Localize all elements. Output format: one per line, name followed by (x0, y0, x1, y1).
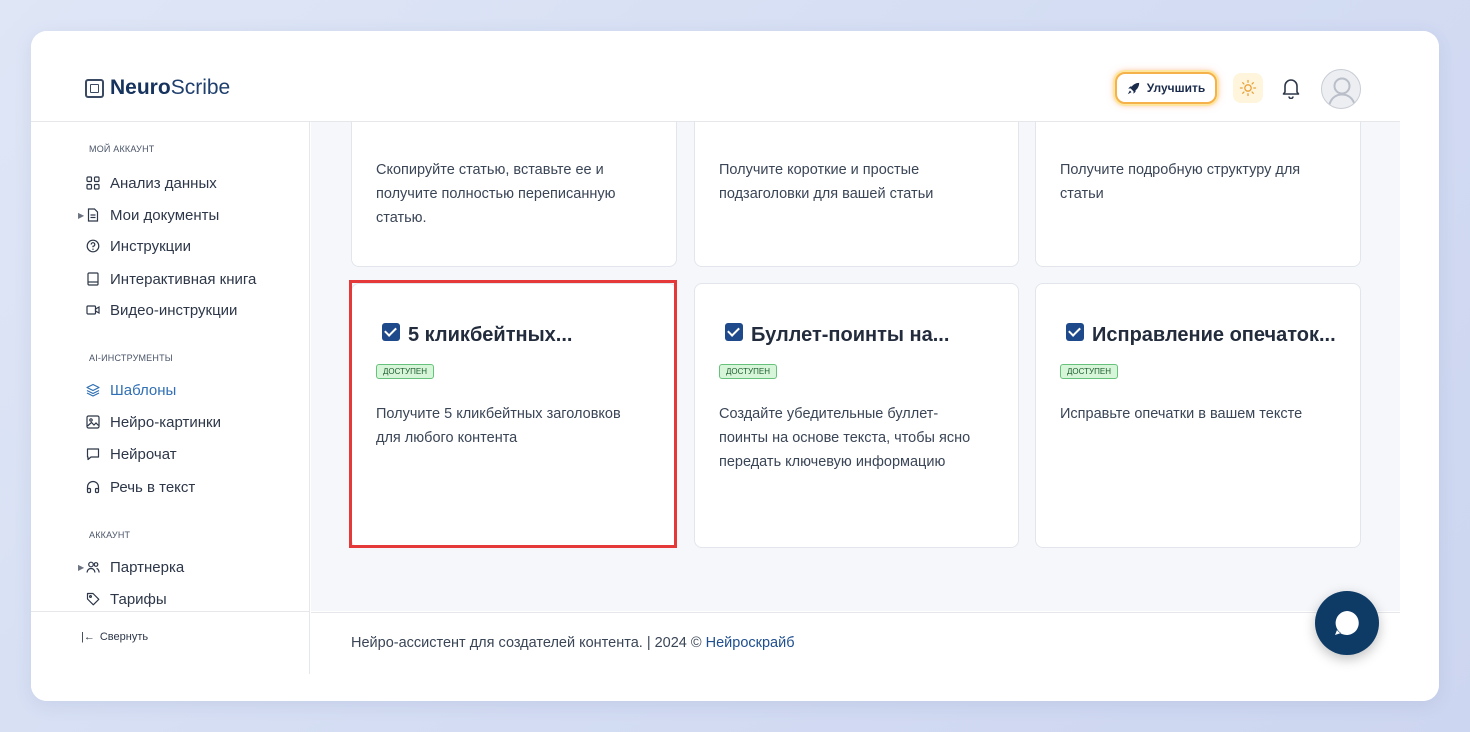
chat-icon (86, 448, 100, 461)
sidebar-item-label: Партнерка (110, 558, 185, 576)
logo-text-light: Scribe (170, 76, 231, 99)
user-avatar-icon (1328, 77, 1356, 107)
collapse-label: Свернуть (99, 631, 149, 643)
template-card[interactable]: Скопируйте статью, вставьте ее и получит… (351, 112, 677, 267)
sidebar-item-label: Речь в текст (110, 478, 196, 496)
caret-right-icon[interactable]: ▶ (78, 211, 84, 220)
sidebar-item-templates[interactable]: Шаблоны (86, 378, 176, 402)
template-card-bullet-points[interactable]: Буллет-поинты на... доступен Создайте уб… (694, 283, 1019, 548)
template-card-typo-fix[interactable]: Исправление опечаток... доступен Исправь… (1035, 283, 1361, 548)
grid-icon (86, 176, 100, 190)
template-card-clickbait-titles[interactable]: 5 кликбейтных... доступен Получите 5 кли… (351, 283, 677, 548)
sidebar-item-tariffs[interactable]: Тарифы (86, 587, 167, 611)
sidebar-item-instructions[interactable]: Инструкции (86, 234, 191, 258)
sidebar-item-label: Нейрочат (110, 445, 177, 463)
collapse-arrow-icon: |← (81, 631, 95, 643)
logo[interactable]: NeuroScribe (85, 76, 230, 100)
sidebar-item-neuro-images[interactable]: Нейро-картинки (86, 410, 221, 434)
templates-grid: Скопируйте статью, вставьте ее и получит… (311, 112, 1400, 611)
card-description: Исправьте опечатки в вашем тексте (1060, 406, 1303, 422)
sidebar-item-label: Инструкции (110, 237, 192, 255)
card-description: Получите подробную структуру для статьи (1060, 162, 1301, 202)
sidebar: МОЙ АККАУНТ Анализ данных ▶ Мои документ… (31, 122, 310, 701)
notifications-button[interactable] (1279, 76, 1303, 100)
theme-toggle-button[interactable] (1233, 73, 1263, 103)
document-icon (87, 208, 99, 222)
sidebar-item-data-analysis[interactable]: Анализ данных (86, 171, 217, 195)
card-description: Скопируйте статью, вставьте ее и получит… (376, 162, 616, 226)
template-card[interactable]: Получите подробную структуру для статьи (1035, 112, 1361, 267)
video-icon (86, 305, 100, 315)
sidebar-item-label: Нейро-картинки (110, 413, 221, 431)
collapse-sidebar-button[interactable]: |← Свернуть (81, 631, 148, 643)
sidebar-item-neurochat[interactable]: Нейрочат (86, 442, 177, 466)
status-badge: доступен (376, 364, 434, 379)
bottom-band (31, 674, 1400, 701)
sidebar-item-label: Тарифы (110, 590, 167, 608)
checkbox-icon (382, 322, 400, 341)
sidebar-item-label: Мои документы (110, 206, 220, 224)
image-icon (86, 415, 100, 429)
chat-bubble-icon (1335, 611, 1359, 635)
top-header: NeuroScribe Улучшить (31, 31, 1400, 122)
upgrade-label: Улучшить (1146, 81, 1206, 95)
sidebar-item-speech-to-text[interactable]: Речь в текст (86, 475, 195, 499)
sidebar-item-my-documents[interactable]: ▶ Мои документы (78, 203, 220, 227)
logo-icon (85, 78, 104, 98)
logo-text-bold: Neuro (110, 76, 171, 99)
checkbox-icon (725, 322, 743, 341)
sidebar-section-my-account: МОЙ АККАУНТ (89, 144, 155, 154)
tag-icon (86, 592, 100, 606)
caret-right-icon[interactable]: ▶ (78, 563, 84, 572)
card-title: Буллет-поинты на... (725, 322, 950, 347)
checkbox-icon (1066, 322, 1084, 341)
sidebar-item-partners[interactable]: ▶ Партнерка (78, 555, 185, 579)
scrollbar[interactable] (1400, 31, 1439, 701)
sidebar-section-account: АККАУНТ (89, 530, 131, 540)
avatar[interactable] (1321, 69, 1361, 109)
sidebar-section-ai-tools: AI-ИНСТРУМЕНТЫ (89, 353, 173, 363)
card-description: Создайте убедительные буллет-поинты на о… (719, 406, 971, 470)
footer-copyright: Нейро-ассистент для создателей контента.… (351, 635, 706, 651)
footer-text: Нейро-ассистент для создателей контента.… (351, 635, 795, 651)
status-badge: доступен (719, 364, 777, 379)
sidebar-item-label: Анализ данных (110, 174, 217, 192)
card-description: Получите 5 кликбейтных заголовков для лю… (376, 406, 621, 446)
status-badge: доступен (1060, 364, 1118, 379)
help-circle-icon (86, 239, 100, 253)
template-card[interactable]: Получите короткие и простые подзаголовки… (694, 112, 1019, 267)
sidebar-item-video-instructions[interactable]: Видео-инструкции (86, 298, 237, 322)
footer-link[interactable]: Нейроскрайб (706, 635, 795, 651)
headphones-icon (86, 480, 100, 494)
page-footer: Нейро-ассистент для создателей контента.… (311, 612, 1400, 674)
users-icon (86, 561, 100, 573)
card-title: Исправление опечаток... (1066, 322, 1336, 347)
sun-icon (1239, 79, 1257, 97)
sidebar-item-label: Шаблоны (110, 381, 177, 399)
upgrade-button[interactable]: Улучшить (1115, 72, 1217, 104)
chat-launcher-button[interactable] (1315, 591, 1379, 655)
book-icon (87, 272, 99, 286)
card-title-text: 5 кликбейтных... (408, 324, 573, 346)
sidebar-item-interactive-book[interactable]: Интерактивная книга (86, 267, 256, 291)
card-title: 5 кликбейтных... (382, 322, 573, 347)
layers-icon (86, 383, 100, 397)
card-description: Получите короткие и простые подзаголовки… (719, 162, 934, 202)
app-window: NeuroScribe Улучшить МОЙ АККАУНТ Анализ … (31, 31, 1439, 701)
rocket-icon (1127, 82, 1139, 94)
sidebar-item-label: Интерактивная книга (110, 270, 257, 288)
sidebar-item-label: Видео-инструкции (110, 301, 238, 319)
bell-icon (1282, 79, 1300, 99)
card-title-text: Буллет-поинты на... (751, 324, 950, 346)
card-title-text: Исправление опечаток... (1092, 324, 1336, 346)
